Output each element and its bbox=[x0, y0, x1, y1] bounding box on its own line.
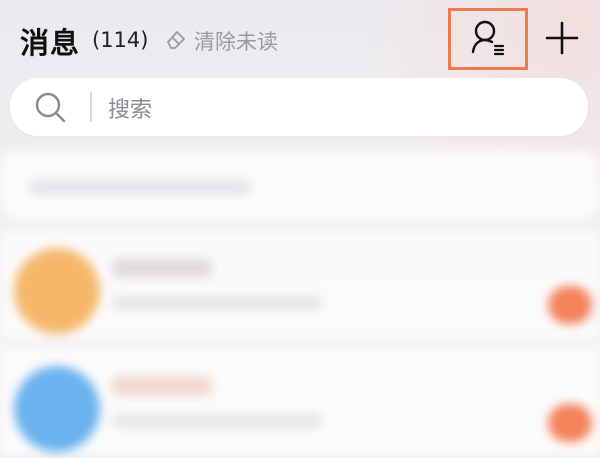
clear-unread-label: 清除未读 bbox=[194, 30, 278, 54]
conversation-list bbox=[0, 150, 600, 458]
eraser-icon bbox=[164, 27, 188, 56]
search-divider bbox=[90, 92, 92, 122]
unread-count: (114) bbox=[92, 28, 149, 52]
search-bar[interactable]: 搜索 bbox=[10, 78, 588, 136]
clear-unread-button[interactable]: 清除未读 bbox=[164, 26, 278, 56]
contacts-button[interactable] bbox=[448, 8, 528, 70]
avatar bbox=[14, 366, 100, 452]
search-icon bbox=[34, 91, 66, 123]
list-item[interactable] bbox=[0, 230, 600, 340]
blurred-name bbox=[112, 258, 212, 278]
blurred-name bbox=[112, 376, 212, 396]
search-input[interactable]: 搜索 bbox=[108, 92, 152, 124]
contacts-list-icon bbox=[468, 17, 508, 61]
unread-badge bbox=[548, 286, 592, 324]
page-title: 消息 bbox=[20, 26, 81, 60]
list-header-blurred bbox=[0, 150, 600, 220]
blurred-preview bbox=[112, 414, 322, 428]
blurred-text bbox=[30, 180, 250, 194]
plus-icon bbox=[544, 20, 580, 60]
avatar bbox=[14, 248, 100, 334]
header: 消息 (114) 清除未读 bbox=[0, 0, 600, 80]
list-item[interactable] bbox=[0, 348, 600, 458]
unread-badge bbox=[548, 404, 592, 442]
blurred-preview bbox=[112, 296, 322, 310]
add-button[interactable] bbox=[542, 20, 582, 60]
